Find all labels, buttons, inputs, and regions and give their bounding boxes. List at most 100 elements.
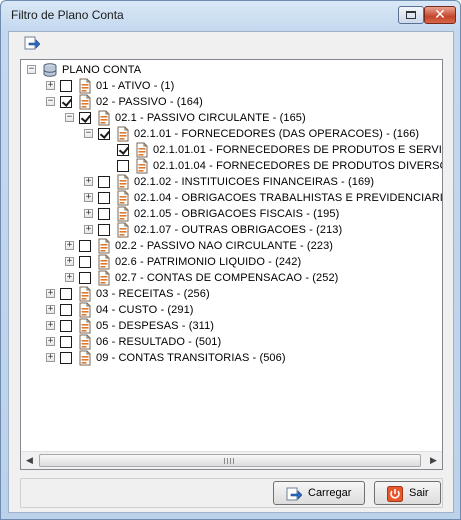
scrollbar-thumb[interactable] [39, 454, 421, 467]
scroll-left-icon[interactable]: ◀ [21, 452, 38, 469]
collapse-icon[interactable]: − [46, 97, 55, 106]
horizontal-scrollbar[interactable]: ◀ ▶ [21, 451, 442, 469]
tree-node-label: 02.1.04 - OBRIGACOES TRABALHISTAS E PREV… [134, 192, 442, 204]
expand-icon[interactable]: + [84, 225, 93, 234]
tree-node[interactable]: +09 - CONTAS TRANSITORIAS - (506) [21, 350, 441, 366]
window-title: Filtro de Plano Conta [11, 8, 124, 22]
node-checkbox[interactable] [60, 288, 72, 300]
collapse-icon[interactable]: − [27, 65, 36, 74]
exit-button-label: Sair [409, 487, 429, 499]
account-document-icon [117, 190, 129, 206]
grip-icon [224, 458, 236, 464]
account-document-icon [117, 206, 129, 222]
tree-viewport: − PLANO CONTA +01 - ATIVO - (1) − 02 - PAS… [21, 60, 442, 451]
export-button[interactable] [22, 34, 42, 52]
button-bar: Carregar Sair [20, 478, 443, 508]
account-document-icon [136, 142, 148, 158]
tree-node[interactable]: +02.1.04 - OBRIGACOES TRABALHISTAS E PRE… [21, 190, 442, 206]
node-checkbox[interactable] [60, 80, 72, 92]
expand-icon[interactable]: + [84, 177, 93, 186]
tree-node[interactable]: +05 - DESPESAS - (311) [21, 318, 441, 334]
tree-node[interactable]: +02.1.07 - OUTRAS OBRIGACOES - (213) [21, 222, 441, 238]
scroll-right-icon[interactable]: ▶ [425, 452, 442, 469]
node-checkbox[interactable] [79, 112, 91, 124]
tree-node[interactable]: +03 - RECEITAS - (256) [21, 286, 441, 302]
account-document-icon [98, 110, 110, 126]
expand-icon[interactable]: + [65, 241, 74, 250]
tree-node[interactable]: +02.6 - PATRIMONIO LIQUIDO - (242) [21, 254, 441, 270]
tree-node-label: 02.7 - CONTAS DE COMPENSACAO - (252) [115, 272, 339, 284]
tree-node[interactable]: +02.2 - PASSIVO NAO CIRCULANTE - (223) [21, 238, 441, 254]
tree-node[interactable]: +06 - RESULTADO - (501) [21, 334, 441, 350]
account-document-icon [79, 94, 91, 110]
database-icon [43, 63, 57, 77]
expand-icon[interactable]: + [46, 305, 55, 314]
load-arrow-icon [286, 487, 302, 501]
export-arrow-icon [24, 36, 40, 50]
tree-node-label: 03 - RECEITAS - (256) [96, 288, 210, 300]
account-document-icon [98, 270, 110, 286]
tree-node[interactable]: +02.7 - CONTAS DE COMPENSACAO - (252) [21, 270, 441, 286]
expand-icon[interactable]: + [84, 209, 93, 218]
account-document-icon [98, 238, 110, 254]
tree-root[interactable]: − PLANO CONTA [21, 62, 441, 78]
node-checkbox[interactable] [98, 176, 110, 188]
tree-node[interactable]: − 02.1 - PASSIVO CIRCULANTE - (165) [21, 110, 441, 126]
node-checkbox[interactable] [117, 160, 129, 172]
account-document-icon [117, 174, 129, 190]
node-checkbox[interactable] [79, 256, 91, 268]
load-button[interactable]: Carregar [273, 481, 365, 505]
account-document-icon [79, 318, 91, 334]
node-checkbox[interactable] [79, 240, 91, 252]
filter-window: Filtro de Plano Conta ✕ − PLANO CONTA + … [0, 0, 461, 520]
node-checkbox[interactable] [117, 144, 129, 156]
tree-node[interactable]: 02.1.01.01 - FORNECEDORES DE PRODUTOS E … [21, 142, 442, 158]
expand-icon[interactable]: + [65, 257, 74, 266]
node-checkbox[interactable] [79, 272, 91, 284]
tree-node-label: 02.1.07 - OUTRAS OBRIGACOES - (213) [134, 224, 343, 236]
node-checkbox[interactable] [98, 224, 110, 236]
account-document-icon [136, 158, 148, 174]
expand-icon[interactable]: + [84, 193, 93, 202]
expand-icon[interactable]: + [46, 81, 55, 90]
title-bar[interactable]: Filtro de Plano Conta ✕ [1, 1, 460, 31]
tree-node-label: 02.1 - PASSIVO CIRCULANTE - (165) [115, 112, 306, 124]
expand-icon[interactable]: + [46, 321, 55, 330]
expand-icon[interactable]: + [46, 353, 55, 362]
client-area: − PLANO CONTA +01 - ATIVO - (1) − 02 - PAS… [8, 31, 454, 513]
account-document-icon [79, 286, 91, 302]
tree-node-label: 02.1.01.01 - FORNECEDORES DE PRODUTOS E … [153, 144, 442, 156]
tree-node[interactable]: − 02.1.01 - FORNECEDORES (DAS OPERACOES) … [21, 126, 441, 142]
collapse-icon[interactable]: − [65, 113, 74, 122]
node-checkbox[interactable] [60, 336, 72, 348]
account-tree[interactable]: − PLANO CONTA +01 - ATIVO - (1) − 02 - PAS… [20, 59, 443, 470]
tree-node[interactable]: +01 - ATIVO - (1) [21, 78, 441, 94]
tree-node-label: 02.2 - PASSIVO NAO CIRCULANTE - (223) [115, 240, 334, 252]
node-checkbox[interactable] [60, 320, 72, 332]
tree-node-label: 04 - CUSTO - (291) [96, 304, 194, 316]
node-checkbox[interactable] [98, 208, 110, 220]
expand-icon[interactable]: + [46, 337, 55, 346]
tree-node[interactable]: 02.1.01.04 - FORNECEDORES DE PRODUTOS DI… [21, 158, 442, 174]
expand-icon[interactable]: + [46, 289, 55, 298]
collapse-icon[interactable]: − [84, 129, 93, 138]
node-checkbox[interactable] [60, 352, 72, 364]
account-document-icon [79, 350, 91, 366]
tree-node[interactable]: − 02 - PASSIVO - (164) [21, 94, 441, 110]
node-checkbox[interactable] [98, 192, 110, 204]
account-document-icon [117, 126, 129, 142]
tree-node-label: 09 - CONTAS TRANSITORIAS - (506) [96, 352, 286, 364]
tree-node-label: 02.1.02 - INSTITUICOES FINANCEIRAS - (16… [134, 176, 375, 188]
tree-node[interactable]: +04 - CUSTO - (291) [21, 302, 441, 318]
expand-icon[interactable]: + [65, 273, 74, 282]
node-checkbox[interactable] [60, 304, 72, 316]
restore-button[interactable] [398, 6, 424, 24]
exit-button[interactable]: Sair [374, 481, 441, 505]
node-checkbox[interactable] [60, 96, 72, 108]
tree-node[interactable]: +02.1.05 - OBRIGACOES FISCAIS - (195) [21, 206, 441, 222]
tree-node[interactable]: +02.1.02 - INSTITUICOES FINANCEIRAS - (1… [21, 174, 441, 190]
account-document-icon [98, 254, 110, 270]
node-checkbox[interactable] [98, 128, 110, 140]
tree-node-label: 06 - RESULTADO - (501) [96, 336, 222, 348]
close-button[interactable]: ✕ [424, 6, 456, 24]
